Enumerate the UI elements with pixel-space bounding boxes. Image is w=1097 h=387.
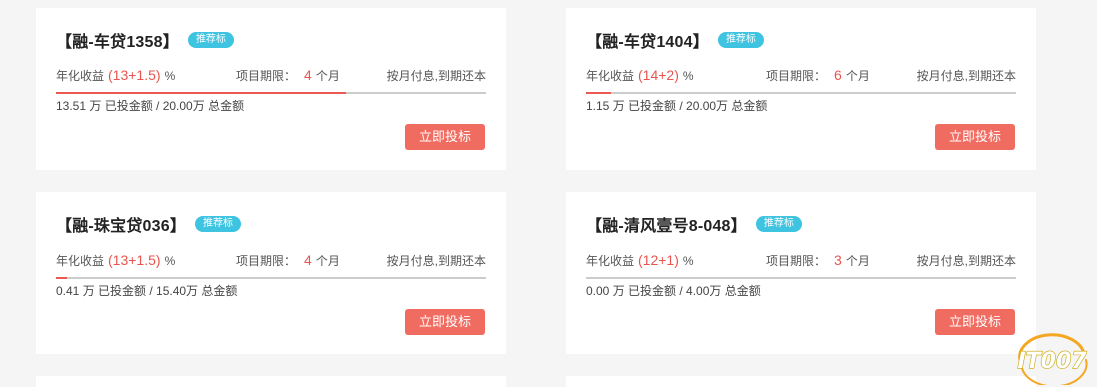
card-header: 【融-车贷1358】 推荐标	[56, 28, 234, 52]
term-label: 项目期限：	[766, 69, 827, 83]
repayment-method: 按月付息,到期还本	[916, 69, 1016, 83]
rate-info: 年化收益 (13+1.5)%	[56, 252, 175, 269]
term-label: 项目期限：	[766, 254, 827, 268]
invest-now-button[interactable]: 立即投标	[935, 309, 1015, 335]
loan-card-partial	[566, 376, 1036, 387]
recommended-badge: 推荐标	[187, 32, 234, 48]
loan-card: 【融-车贷1358】 推荐标 年化收益 (13+1.5)% 项目期限： 4 个月 按月…	[36, 8, 506, 170]
rate-label: 年化收益	[56, 254, 105, 268]
invest-now-button[interactable]: 立即投标	[405, 309, 485, 335]
term-info: 项目期限： 4 个月	[236, 252, 340, 269]
loan-title[interactable]: 【融-车贷1358】	[56, 28, 179, 52]
term-info: 项目期限： 3 个月	[766, 252, 870, 269]
term-info: 项目期限： 6 个月	[766, 67, 870, 84]
repayment-method: 按月付息,到期还本	[386, 69, 486, 83]
rate-info: 年化收益 (13+1.5)%	[56, 67, 175, 84]
rate-value: (14+2)	[638, 67, 679, 83]
term-label: 项目期限：	[236, 254, 297, 268]
percent-sign: %	[682, 69, 694, 83]
progress-fill	[56, 92, 347, 94]
loan-card: 【融-珠宝贷036】 推荐标 年化收益 (13+1.5)% 项目期限： 4 个月 按月…	[36, 192, 506, 354]
recommended-badge: 推荐标	[195, 216, 242, 232]
progress-bar	[586, 277, 1016, 279]
term-unit: 个月	[845, 69, 870, 83]
loan-title[interactable]: 【融-车贷1404】	[586, 28, 709, 52]
term-info: 项目期限： 4 个月	[236, 67, 340, 84]
term-unit: 个月	[315, 254, 340, 268]
watermark-text: IT007	[1017, 349, 1087, 374]
term-unit: 个月	[315, 69, 340, 83]
recommended-badge: 推荐标	[717, 32, 764, 48]
progress-bar	[56, 277, 486, 279]
invest-now-button[interactable]: 立即投标	[405, 124, 485, 150]
percent-sign: %	[164, 254, 176, 268]
investment-amounts: 0.41 万 已投金额 / 15.40万 总金额	[56, 284, 238, 298]
rate-value: (13+1.5)	[108, 252, 161, 268]
rate-value: (13+1.5)	[108, 67, 161, 83]
recommended-badge: 推荐标	[755, 216, 802, 232]
progress-fill	[586, 92, 611, 94]
term-value: 4	[304, 252, 312, 268]
card-header: 【融-车贷1404】 推荐标	[586, 28, 764, 52]
term-value: 4	[304, 67, 312, 83]
rate-label: 年化收益	[56, 69, 105, 83]
repayment-method: 按月付息,到期还本	[916, 254, 1016, 268]
loan-card-partial	[36, 376, 506, 387]
term-label: 项目期限：	[236, 69, 297, 83]
rate-label: 年化收益	[586, 254, 635, 268]
repayment-method: 按月付息,到期还本	[386, 254, 486, 268]
term-value: 6	[834, 67, 842, 83]
loan-title[interactable]: 【融-清风壹号8-048】	[586, 212, 747, 236]
loan-card: 【融-车贷1404】 推荐标 年化收益 (14+2)% 项目期限： 6 个月 按月付息…	[566, 8, 1036, 170]
term-value: 3	[834, 252, 842, 268]
loan-card: 【融-清风壹号8-048】 推荐标 年化收益 (12+1)% 项目期限： 3 个月 按…	[566, 192, 1036, 354]
progress-fill	[56, 277, 68, 279]
rate-value: (12+1)	[638, 252, 679, 268]
rate-label: 年化收益	[586, 69, 635, 83]
rate-info: 年化收益 (12+1)%	[586, 252, 694, 269]
invest-now-button[interactable]: 立即投标	[935, 124, 1015, 150]
rate-info: 年化收益 (14+2)%	[586, 67, 694, 84]
progress-bar	[586, 92, 1016, 94]
term-unit: 个月	[845, 254, 870, 268]
progress-bar	[56, 92, 486, 94]
percent-sign: %	[164, 69, 176, 83]
loan-title[interactable]: 【融-珠宝贷036】	[56, 212, 186, 236]
investment-amounts: 1.15 万 已投金额 / 20.00万 总金额	[586, 99, 768, 113]
card-header: 【融-珠宝贷036】 推荐标	[56, 212, 242, 236]
card-header: 【融-清风壹号8-048】 推荐标	[586, 212, 802, 236]
investment-amounts: 0.00 万 已投金额 / 4.00万 总金额	[586, 284, 761, 298]
percent-sign: %	[682, 254, 694, 268]
investment-amounts: 13.51 万 已投金额 / 20.00万 总金额	[56, 99, 245, 113]
it007-watermark-logo: IT007	[1017, 333, 1088, 385]
